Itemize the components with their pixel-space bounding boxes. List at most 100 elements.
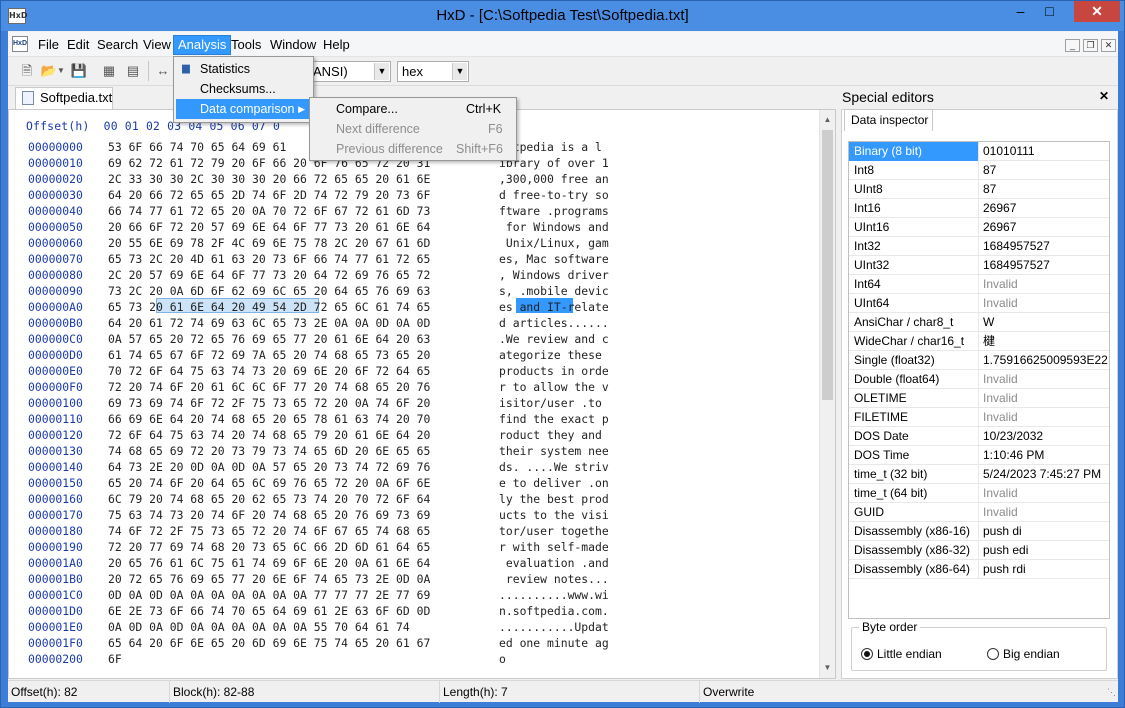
mdi-minimize-button[interactable]: _ <box>1065 39 1080 52</box>
row-offset[interactable]: 00000200 <box>28 652 83 666</box>
inspector-row[interactable]: UInt8 87 <box>849 180 1109 199</box>
row-offset[interactable]: 00000050 <box>28 220 83 234</box>
row-hex-bytes[interactable]: 66 74 77 61 72 65 20 0A 70 72 6F 67 72 6… <box>108 204 430 218</box>
inspector-value[interactable]: 1684957527 <box>983 237 1050 256</box>
row-hex-bytes[interactable]: 65 64 20 6F 6E 65 20 6D 69 6E 75 74 65 2… <box>108 636 430 650</box>
row-hex-bytes[interactable]: 75 63 74 73 20 74 6F 20 74 68 65 20 76 6… <box>108 508 430 522</box>
inspector-value[interactable]: W <box>983 313 994 332</box>
row-text[interactable]: ly the best prod <box>499 492 609 506</box>
new-file-icon[interactable]: 🗎 <box>18 62 36 80</box>
minimize-button[interactable]: – <box>1007 1 1034 22</box>
menu-file[interactable]: File <box>34 35 63 55</box>
radio-unselected-icon[interactable] <box>987 648 999 660</box>
inspector-value[interactable]: 1.75916625009593E22 <box>983 351 1108 370</box>
row-text[interactable]: ..........www.wi <box>499 588 609 602</box>
row-offset[interactable]: 000000E0 <box>28 364 83 378</box>
inspector-value[interactable]: Invalid <box>983 389 1018 408</box>
open-dropdown-icon[interactable]: ▼ <box>56 62 66 80</box>
inspector-value[interactable]: 1684957527 <box>983 256 1050 275</box>
inspector-row[interactable]: AnsiChar / char8_t W <box>849 313 1109 332</box>
row-hex-bytes[interactable]: 66 69 6E 64 20 74 68 65 20 65 78 61 63 7… <box>108 412 430 426</box>
row-text[interactable]: evaluation .and <box>499 556 609 570</box>
row-text[interactable]: d articles...... <box>499 316 609 330</box>
inspector-row[interactable]: Disassembly (x86-64) push rdi <box>849 560 1109 579</box>
title-bar[interactable]: HxD HxD - [C:\Softpedia Test\Softpedia.t… <box>1 1 1124 31</box>
row-hex-bytes[interactable]: 74 6F 72 2F 75 73 65 72 20 74 6F 67 65 7… <box>108 524 430 538</box>
mdi-close-button[interactable]: ✕ <box>1101 39 1116 52</box>
row-text[interactable]: ed one minute ag <box>499 636 609 650</box>
radio-selected-icon[interactable] <box>861 648 873 660</box>
row-text[interactable]: .We review and c <box>499 332 609 346</box>
row-offset[interactable]: 000000D0 <box>28 348 83 362</box>
inspector-value[interactable]: 26967 <box>983 218 1016 237</box>
row-text[interactable]: products in orde <box>499 364 609 378</box>
row-hex-bytes[interactable]: 53 6F 66 74 70 65 64 69 61 <box>108 140 286 154</box>
inspector-value[interactable]: 87 <box>983 180 996 199</box>
inspector-value[interactable]: Invalid <box>983 408 1018 427</box>
row-offset[interactable]: 00000100 <box>28 396 83 410</box>
row-hex-bytes[interactable]: 6C 79 20 74 68 65 20 62 65 73 74 20 70 7… <box>108 492 430 506</box>
inspector-row[interactable]: Disassembly (x86-16) push di <box>849 522 1109 541</box>
row-offset[interactable]: 000000A0 <box>28 300 83 314</box>
row-offset[interactable]: 00000030 <box>28 188 83 202</box>
row-hex-bytes[interactable]: 6E 2E 73 6F 66 74 70 65 64 69 61 2E 63 6… <box>108 604 430 618</box>
menu-analysis[interactable]: Analysis <box>173 35 232 55</box>
inspector-row[interactable]: UInt64 Invalid <box>849 294 1109 313</box>
inspector-row[interactable]: Int64 Invalid <box>849 275 1109 294</box>
row-offset[interactable]: 000001B0 <box>28 572 83 586</box>
row-offset[interactable]: 00000180 <box>28 524 83 538</box>
row-text[interactable]: s, .mobile devic <box>499 284 609 298</box>
inspector-value[interactable]: Invalid <box>983 294 1018 313</box>
row-text[interactable]: o <box>499 652 506 666</box>
inspector-value[interactable]: push edi <box>983 541 1028 560</box>
row-hex-bytes[interactable]: 72 20 74 6F 20 61 6C 6C 6F 77 20 74 68 6… <box>108 380 430 394</box>
inspector-row[interactable]: WideChar / char16_t 楗 <box>849 332 1109 351</box>
row-text[interactable]: es, Mac software <box>499 252 609 266</box>
row-offset[interactable]: 00000060 <box>28 236 83 250</box>
row-text[interactable]: Unix/Linux, gam <box>499 236 609 250</box>
row-hex-bytes[interactable]: 20 66 6F 72 20 57 69 6E 64 6F 77 73 20 6… <box>108 220 430 234</box>
row-text[interactable]: d free-to-try so <box>499 188 609 202</box>
row-text[interactable]: review notes... <box>499 572 609 586</box>
row-text[interactable]: , Windows driver <box>499 268 609 282</box>
row-hex-bytes[interactable]: 20 55 6E 69 78 2F 4C 69 6E 75 78 2C 20 6… <box>108 236 430 250</box>
inspector-value[interactable]: 楗 <box>983 332 995 351</box>
close-icon[interactable]: ✕ <box>1099 89 1109 103</box>
hex-view[interactable]: Offset(h) 00 01 02 03 04 05 06 07 0 0000… <box>9 110 821 678</box>
inspector-value[interactable]: 26967 <box>983 199 1016 218</box>
row-offset[interactable]: 000000F0 <box>28 380 83 394</box>
row-hex-bytes[interactable]: 2C 20 57 69 6E 64 6F 77 73 20 64 72 69 7… <box>108 268 430 282</box>
row-offset[interactable]: 000000B0 <box>28 316 83 330</box>
inspector-row[interactable]: UInt16 26967 <box>849 218 1109 237</box>
row-text[interactable]: their system nee <box>499 444 609 458</box>
little-endian-radio[interactable]: Little endian <box>861 647 942 661</box>
inspector-row[interactable]: DOS Date 10/23/2032 <box>849 427 1109 446</box>
resize-grip-icon[interactable]: ⋱ <box>1107 687 1116 698</box>
row-offset[interactable]: 00000020 <box>28 172 83 186</box>
row-hex-bytes[interactable]: 70 72 6F 64 75 63 74 73 20 69 6E 20 6F 7… <box>108 364 430 378</box>
document-system-icon[interactable]: HxD <box>12 36 28 52</box>
inspector-row[interactable]: time_t (32 bit) 5/24/2023 7:45:27 PM <box>849 465 1109 484</box>
inspector-row[interactable]: DOS Time 1:10:46 PM <box>849 446 1109 465</box>
mdi-restore-button[interactable]: ❐ <box>1083 39 1098 52</box>
inspector-value[interactable]: Invalid <box>983 370 1018 389</box>
row-text[interactable]: r with self-made <box>499 540 609 554</box>
menu-item-checksums[interactable]: Checksums... <box>176 79 311 99</box>
row-hex-bytes[interactable]: 0A 57 65 20 72 65 76 69 65 77 20 61 6E 6… <box>108 332 430 346</box>
inspector-value[interactable]: 5/24/2023 7:45:27 PM <box>983 465 1101 484</box>
inspector-row[interactable]: time_t (64 bit) Invalid <box>849 484 1109 503</box>
inspector-value[interactable]: Invalid <box>983 484 1018 503</box>
row-hex-bytes[interactable]: 72 20 77 69 74 68 20 73 65 6C 66 2D 6D 6… <box>108 540 430 554</box>
vertical-scrollbar[interactable]: ▲ ▼ <box>819 110 835 678</box>
display-combo[interactable]: hex ▼ <box>397 61 469 82</box>
row-hex-bytes[interactable]: 65 20 74 6F 20 64 65 6C 69 76 65 72 20 0… <box>108 476 430 490</box>
big-endian-radio[interactable]: Big endian <box>987 647 1060 661</box>
row-offset[interactable]: 00000040 <box>28 204 83 218</box>
menu-tools[interactable]: Tools <box>227 35 265 55</box>
row-text[interactable]: ds. ....We striv <box>499 460 609 474</box>
row-hex-bytes[interactable]: 64 20 66 72 65 65 2D 74 6F 2D 74 72 79 2… <box>108 188 430 202</box>
inspector-row[interactable]: GUID Invalid <box>849 503 1109 522</box>
row-hex-bytes[interactable]: 65 73 2C 20 4D 61 63 20 73 6F 66 74 77 6… <box>108 252 430 266</box>
inspector-row[interactable]: Int32 1684957527 <box>849 237 1109 256</box>
row-text[interactable]: tor/user togethe <box>499 524 609 538</box>
